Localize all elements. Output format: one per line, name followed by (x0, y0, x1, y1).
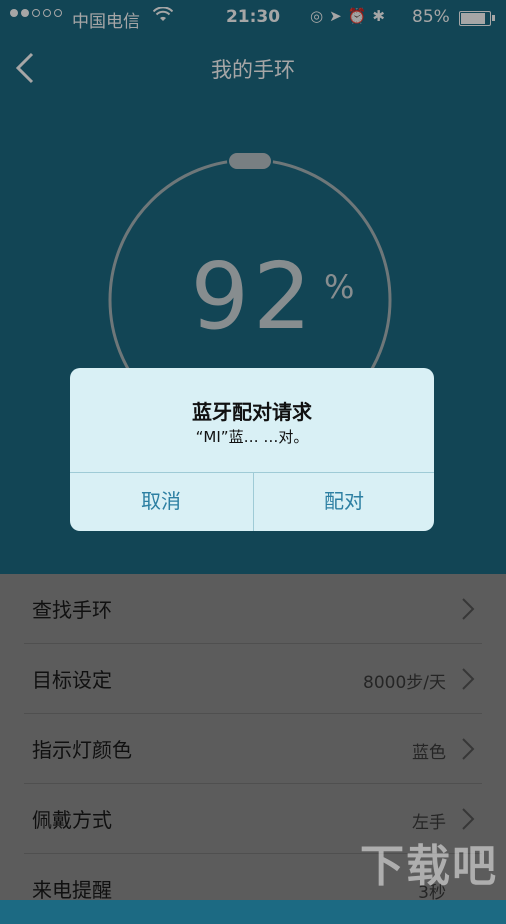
pair-button[interactable]: 配对 (253, 472, 434, 531)
bluetooth-pairing-dialog: 蓝牙配对请求 “MI”蓝… …对。 取消 配对 (70, 368, 434, 531)
watermark: 下载吧 (360, 841, 498, 892)
dialog-message: “MI”蓝… …对。 (195, 428, 309, 446)
cancel-button[interactable]: 取消 (70, 472, 252, 531)
dialog-title: 蓝牙配对请求 (192, 400, 312, 424)
